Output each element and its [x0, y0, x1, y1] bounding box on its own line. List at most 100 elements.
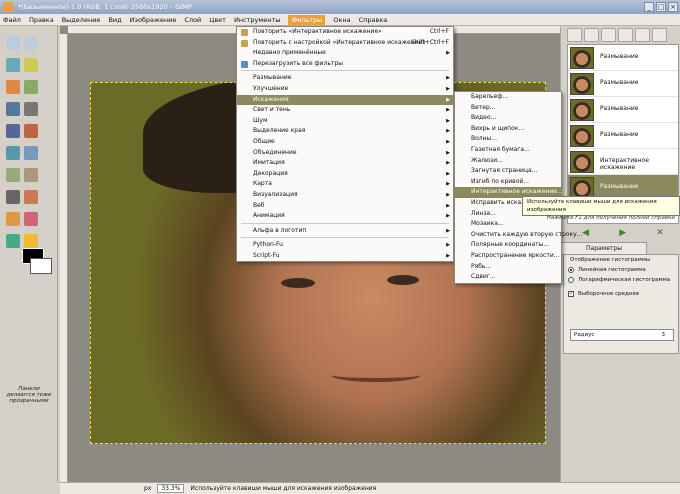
- menu-file[interactable]: Файл: [3, 16, 21, 24]
- filters-group-animation[interactable]: Анимация ▶: [237, 211, 453, 222]
- reset-filters-item[interactable]: Перезагрузить все фильтры: [237, 59, 453, 70]
- undo-arrow-icon[interactable]: ◀: [582, 228, 589, 238]
- filters-group-blur[interactable]: Размывание ▶: [237, 73, 453, 84]
- menu-windows[interactable]: Окна: [333, 16, 350, 24]
- bucket-fill-icon[interactable]: [6, 212, 20, 226]
- rect-select-icon[interactable]: [6, 36, 20, 50]
- history-item[interactable]: Размывание: [568, 97, 678, 123]
- menu-color[interactable]: Цвет: [209, 16, 226, 24]
- ellipse-select-icon[interactable]: [24, 36, 38, 50]
- move-icon[interactable]: [6, 124, 20, 138]
- perspective-icon[interactable]: [24, 168, 38, 182]
- flip-icon[interactable]: [6, 190, 20, 204]
- fuzzy-select-icon[interactable]: [24, 58, 38, 72]
- filters-group-decor[interactable]: Декорация ▶: [237, 169, 453, 180]
- text-tool-icon[interactable]: [24, 190, 38, 204]
- crop-icon[interactable]: [24, 124, 38, 138]
- history-item[interactable]: Размывание: [568, 123, 678, 149]
- redo-arrow-icon[interactable]: ▶: [619, 228, 626, 238]
- filters-group-artistic[interactable]: Имитация ▶: [237, 158, 453, 169]
- history-item[interactable]: Интерактивное искажение: [568, 149, 678, 175]
- history-item[interactable]: Размывание: [568, 45, 678, 71]
- distort-value-propagate[interactable]: Распространение яркости...: [455, 251, 561, 262]
- distort-wind[interactable]: Ветер...: [455, 103, 561, 114]
- distort-emboss[interactable]: Барельеф...: [455, 92, 561, 103]
- menu-image[interactable]: Изображение: [130, 16, 177, 24]
- menu-help[interactable]: Справка: [359, 16, 388, 24]
- filters-group-web[interactable]: Веб ▶: [237, 201, 453, 212]
- select-by-color-icon[interactable]: [6, 80, 20, 94]
- scale-icon[interactable]: [24, 146, 38, 160]
- repeat-filter-item[interactable]: Повторить «Интерактивное искажение» Ctrl+…: [237, 27, 453, 38]
- history-item[interactable]: Размывание: [568, 71, 678, 97]
- distort-ripple[interactable]: Рябь...: [455, 262, 561, 273]
- menu-tools[interactable]: Инструменты: [234, 16, 281, 24]
- dock-tab-layers[interactable]: [567, 28, 582, 42]
- checkbox[interactable]: ✓: [568, 291, 574, 297]
- dock-tab-channels[interactable]: [584, 28, 599, 42]
- filters-group-noise[interactable]: Шум ▶: [237, 116, 453, 127]
- distort-newsprint[interactable]: Газетная бумага...: [455, 145, 561, 156]
- filters-group-script-fu[interactable]: Script-Fu ▶: [237, 251, 453, 262]
- distort-video[interactable]: Видео...: [455, 113, 561, 124]
- filters-group-alpha-to-logo[interactable]: Альфа в логотип ▶: [237, 226, 453, 237]
- filters-group-light-shadow[interactable]: Свет и тень ▶: [237, 105, 453, 116]
- filters-menu: Повторить «Интерактивное искажение» Ctrl+…: [236, 26, 454, 263]
- zoom-selector[interactable]: 33,3%: [157, 484, 185, 493]
- rotate-icon[interactable]: [6, 146, 20, 160]
- eraser-icon[interactable]: [24, 212, 38, 226]
- dock-tab-brushes[interactable]: [635, 28, 650, 42]
- maximize-button[interactable]: □: [656, 2, 666, 12]
- unit-selector[interactable]: px: [144, 485, 151, 492]
- close-button[interactable]: ×: [668, 2, 678, 12]
- distort-blinds[interactable]: Жалюзи...: [455, 156, 561, 167]
- minimize-button[interactable]: _: [644, 2, 654, 12]
- filters-group-map[interactable]: Карта ▶: [237, 179, 453, 190]
- free-select-icon[interactable]: [6, 58, 20, 72]
- filters-group-render[interactable]: Визуализация ▶: [237, 190, 453, 201]
- menu-layer[interactable]: Слой: [184, 16, 201, 24]
- histogram-section-label: Отображение гистограммы: [570, 257, 651, 263]
- radio-log-histogram[interactable]: Логарифмическая гистограмма: [564, 275, 678, 285]
- radio-linear-histogram[interactable]: Линейная гистограмма: [564, 265, 678, 275]
- distort-deinterlace[interactable]: Очистить каждую вторую строку...: [455, 230, 582, 241]
- sample-average-checkbox[interactable]: ✓ Выборочное среднее: [564, 289, 678, 299]
- distort-waves[interactable]: Волны...: [455, 134, 561, 145]
- distort-curve-bend[interactable]: Изгиб по кривой...: [455, 177, 561, 188]
- heal-icon[interactable]: [24, 234, 38, 248]
- tab-tool-options[interactable]: Параметры инструментов: [561, 242, 647, 263]
- background-color-swatch[interactable]: [30, 258, 52, 274]
- distort-page-curl[interactable]: Загнутая страница...: [455, 166, 561, 177]
- radius-spinner[interactable]: Радиус 3: [570, 329, 674, 341]
- shear-icon[interactable]: [6, 168, 20, 182]
- filters-group-python-fu[interactable]: Python-Fu ▶: [237, 240, 453, 251]
- photo-left-eye: [281, 278, 315, 288]
- radio-button[interactable]: [568, 267, 574, 273]
- zoom-icon[interactable]: [6, 102, 20, 116]
- airbrush-icon[interactable]: [6, 234, 20, 248]
- reshow-icon: [241, 39, 248, 47]
- menu-view[interactable]: Вид: [108, 16, 121, 24]
- filters-group-distorts[interactable]: Искажения ▶: [237, 94, 453, 106]
- menu-select[interactable]: Выделение: [62, 16, 101, 24]
- filters-group-edge-detect[interactable]: Выделение края ▶: [237, 126, 453, 137]
- recently-used-item[interactable]: Недавно применённые ▶: [237, 48, 453, 59]
- dock-tab-patterns[interactable]: [652, 28, 667, 42]
- filters-group-enhance[interactable]: Улучшение ▶: [237, 84, 453, 95]
- scissors-icon[interactable]: [24, 80, 38, 94]
- reshow-filter-item[interactable]: Повторить с настройкой «Интерактивное ис…: [237, 38, 453, 49]
- distort-whirl-pinch[interactable]: Вихрь и щипок...: [455, 124, 561, 135]
- history-thumbnail: [570, 99, 594, 121]
- menu-edit[interactable]: Правка: [29, 16, 54, 24]
- filters-group-generic[interactable]: Общие ▶: [237, 137, 453, 148]
- clear-history-icon[interactable]: ✕: [656, 228, 664, 238]
- measure-icon[interactable]: [24, 102, 38, 116]
- filters-group-combine[interactable]: Объединение ▶: [237, 148, 453, 159]
- dock-tab-undo[interactable]: [618, 28, 633, 42]
- menu-filters[interactable]: Фильтры: [288, 14, 326, 25]
- radio-button[interactable]: [568, 277, 574, 283]
- window-title: *[Безымянное]-1.0 (RGB, 1 слой) 2560x192…: [18, 3, 192, 11]
- distort-polar-coords[interactable]: Полярные координаты...: [455, 240, 561, 251]
- dock-tab-paths[interactable]: [601, 28, 616, 42]
- distort-shift[interactable]: Сдвиг...: [455, 272, 561, 283]
